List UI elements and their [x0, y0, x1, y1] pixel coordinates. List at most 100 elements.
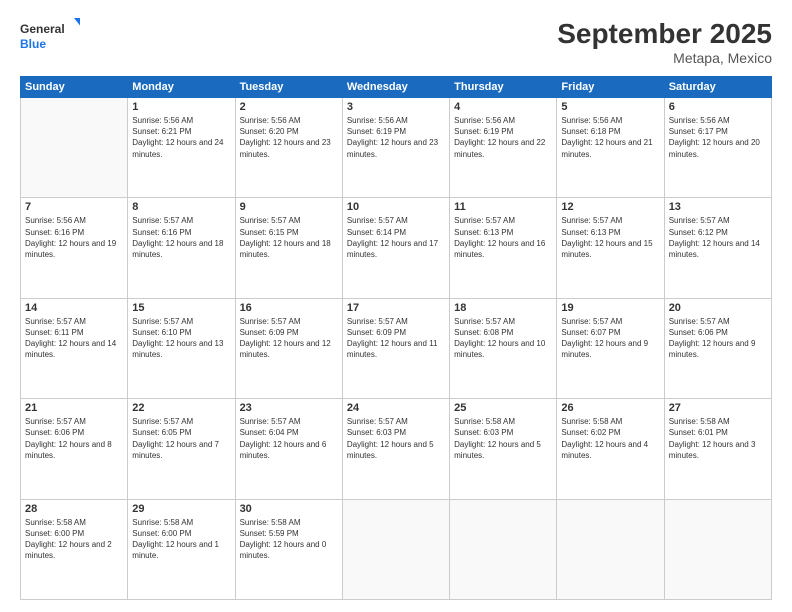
day-info: Sunrise: 5:56 AMSunset: 6:17 PMDaylight:… — [669, 115, 767, 160]
calendar-week-row: 7 Sunrise: 5:56 AMSunset: 6:16 PMDayligh… — [21, 198, 772, 298]
day-info: Sunrise: 5:57 AMSunset: 6:13 PMDaylight:… — [561, 215, 659, 260]
calendar-cell: 26 Sunrise: 5:58 AMSunset: 6:02 PMDaylig… — [557, 399, 664, 499]
header: General Blue September 2025 Metapa, Mexi… — [20, 18, 772, 66]
calendar-cell: 9 Sunrise: 5:57 AMSunset: 6:15 PMDayligh… — [235, 198, 342, 298]
calendar-cell: 13 Sunrise: 5:57 AMSunset: 6:12 PMDaylig… — [664, 198, 771, 298]
day-info: Sunrise: 5:57 AMSunset: 6:03 PMDaylight:… — [347, 416, 445, 461]
day-info: Sunrise: 5:56 AMSunset: 6:19 PMDaylight:… — [454, 115, 552, 160]
svg-text:General: General — [20, 22, 65, 36]
day-info: Sunrise: 5:57 AMSunset: 6:09 PMDaylight:… — [347, 316, 445, 361]
day-info: Sunrise: 5:57 AMSunset: 6:10 PMDaylight:… — [132, 316, 230, 361]
calendar-week-row: 28 Sunrise: 5:58 AMSunset: 6:00 PMDaylig… — [21, 499, 772, 599]
calendar-week-row: 21 Sunrise: 5:57 AMSunset: 6:06 PMDaylig… — [21, 399, 772, 499]
day-number: 1 — [132, 101, 230, 113]
logo: General Blue — [20, 18, 80, 54]
day-number: 30 — [240, 503, 338, 515]
calendar-cell: 24 Sunrise: 5:57 AMSunset: 6:03 PMDaylig… — [342, 399, 449, 499]
day-number: 20 — [669, 302, 767, 314]
header-monday: Monday — [128, 77, 235, 98]
day-number: 8 — [132, 201, 230, 213]
day-number: 6 — [669, 101, 767, 113]
calendar-cell: 4 Sunrise: 5:56 AMSunset: 6:19 PMDayligh… — [450, 98, 557, 198]
day-number: 21 — [25, 402, 123, 414]
calendar-cell: 25 Sunrise: 5:58 AMSunset: 6:03 PMDaylig… — [450, 399, 557, 499]
header-sunday: Sunday — [21, 77, 128, 98]
header-friday: Friday — [557, 77, 664, 98]
calendar-cell: 8 Sunrise: 5:57 AMSunset: 6:16 PMDayligh… — [128, 198, 235, 298]
day-info: Sunrise: 5:57 AMSunset: 6:08 PMDaylight:… — [454, 316, 552, 361]
day-info: Sunrise: 5:58 AMSunset: 5:59 PMDaylight:… — [240, 517, 338, 562]
day-number: 29 — [132, 503, 230, 515]
calendar-cell: 7 Sunrise: 5:56 AMSunset: 6:16 PMDayligh… — [21, 198, 128, 298]
day-info: Sunrise: 5:58 AMSunset: 6:01 PMDaylight:… — [669, 416, 767, 461]
day-info: Sunrise: 5:56 AMSunset: 6:20 PMDaylight:… — [240, 115, 338, 160]
calendar-cell: 19 Sunrise: 5:57 AMSunset: 6:07 PMDaylig… — [557, 298, 664, 398]
day-info: Sunrise: 5:58 AMSunset: 6:00 PMDaylight:… — [25, 517, 123, 562]
calendar-cell: 12 Sunrise: 5:57 AMSunset: 6:13 PMDaylig… — [557, 198, 664, 298]
calendar-cell: 1 Sunrise: 5:56 AMSunset: 6:21 PMDayligh… — [128, 98, 235, 198]
svg-text:Blue: Blue — [20, 37, 46, 51]
day-number: 14 — [25, 302, 123, 314]
header-thursday: Thursday — [450, 77, 557, 98]
day-info: Sunrise: 5:56 AMSunset: 6:18 PMDaylight:… — [561, 115, 659, 160]
calendar-week-row: 14 Sunrise: 5:57 AMSunset: 6:11 PMDaylig… — [21, 298, 772, 398]
calendar-cell: 5 Sunrise: 5:56 AMSunset: 6:18 PMDayligh… — [557, 98, 664, 198]
calendar-cell: 30 Sunrise: 5:58 AMSunset: 5:59 PMDaylig… — [235, 499, 342, 599]
day-number: 5 — [561, 101, 659, 113]
calendar-cell — [664, 499, 771, 599]
day-info: Sunrise: 5:57 AMSunset: 6:06 PMDaylight:… — [25, 416, 123, 461]
header-saturday: Saturday — [664, 77, 771, 98]
day-number: 25 — [454, 402, 552, 414]
day-number: 27 — [669, 402, 767, 414]
day-info: Sunrise: 5:58 AMSunset: 6:00 PMDaylight:… — [132, 517, 230, 562]
calendar-week-row: 1 Sunrise: 5:56 AMSunset: 6:21 PMDayligh… — [21, 98, 772, 198]
day-number: 17 — [347, 302, 445, 314]
calendar-cell: 11 Sunrise: 5:57 AMSunset: 6:13 PMDaylig… — [450, 198, 557, 298]
weekday-header-row: Sunday Monday Tuesday Wednesday Thursday… — [21, 77, 772, 98]
day-info: Sunrise: 5:56 AMSunset: 6:19 PMDaylight:… — [347, 115, 445, 160]
calendar-cell: 14 Sunrise: 5:57 AMSunset: 6:11 PMDaylig… — [21, 298, 128, 398]
day-number: 18 — [454, 302, 552, 314]
logo-svg: General Blue — [20, 18, 80, 54]
day-info: Sunrise: 5:56 AMSunset: 6:21 PMDaylight:… — [132, 115, 230, 160]
day-info: Sunrise: 5:57 AMSunset: 6:13 PMDaylight:… — [454, 215, 552, 260]
day-number: 16 — [240, 302, 338, 314]
day-number: 15 — [132, 302, 230, 314]
day-number: 7 — [25, 201, 123, 213]
calendar-cell: 28 Sunrise: 5:58 AMSunset: 6:00 PMDaylig… — [21, 499, 128, 599]
calendar-cell: 18 Sunrise: 5:57 AMSunset: 6:08 PMDaylig… — [450, 298, 557, 398]
day-number: 26 — [561, 402, 659, 414]
day-info: Sunrise: 5:57 AMSunset: 6:14 PMDaylight:… — [347, 215, 445, 260]
day-number: 4 — [454, 101, 552, 113]
title-block: September 2025 Metapa, Mexico — [557, 18, 772, 66]
calendar-cell — [450, 499, 557, 599]
calendar-subtitle: Metapa, Mexico — [557, 50, 772, 66]
day-number: 11 — [454, 201, 552, 213]
day-info: Sunrise: 5:57 AMSunset: 6:09 PMDaylight:… — [240, 316, 338, 361]
calendar-table: Sunday Monday Tuesday Wednesday Thursday… — [20, 76, 772, 600]
calendar-cell: 21 Sunrise: 5:57 AMSunset: 6:06 PMDaylig… — [21, 399, 128, 499]
day-info: Sunrise: 5:57 AMSunset: 6:05 PMDaylight:… — [132, 416, 230, 461]
calendar-cell: 22 Sunrise: 5:57 AMSunset: 6:05 PMDaylig… — [128, 399, 235, 499]
calendar-cell — [557, 499, 664, 599]
day-number: 28 — [25, 503, 123, 515]
day-info: Sunrise: 5:57 AMSunset: 6:07 PMDaylight:… — [561, 316, 659, 361]
calendar-cell: 2 Sunrise: 5:56 AMSunset: 6:20 PMDayligh… — [235, 98, 342, 198]
calendar-cell: 27 Sunrise: 5:58 AMSunset: 6:01 PMDaylig… — [664, 399, 771, 499]
calendar-cell: 15 Sunrise: 5:57 AMSunset: 6:10 PMDaylig… — [128, 298, 235, 398]
calendar-cell: 3 Sunrise: 5:56 AMSunset: 6:19 PMDayligh… — [342, 98, 449, 198]
day-number: 19 — [561, 302, 659, 314]
day-number: 2 — [240, 101, 338, 113]
page: General Blue September 2025 Metapa, Mexi… — [0, 0, 792, 612]
calendar-cell: 6 Sunrise: 5:56 AMSunset: 6:17 PMDayligh… — [664, 98, 771, 198]
calendar-cell — [342, 499, 449, 599]
header-wednesday: Wednesday — [342, 77, 449, 98]
day-number: 22 — [132, 402, 230, 414]
day-number: 12 — [561, 201, 659, 213]
day-number: 23 — [240, 402, 338, 414]
calendar-cell — [21, 98, 128, 198]
day-number: 13 — [669, 201, 767, 213]
day-info: Sunrise: 5:58 AMSunset: 6:03 PMDaylight:… — [454, 416, 552, 461]
calendar-cell: 20 Sunrise: 5:57 AMSunset: 6:06 PMDaylig… — [664, 298, 771, 398]
day-number: 10 — [347, 201, 445, 213]
